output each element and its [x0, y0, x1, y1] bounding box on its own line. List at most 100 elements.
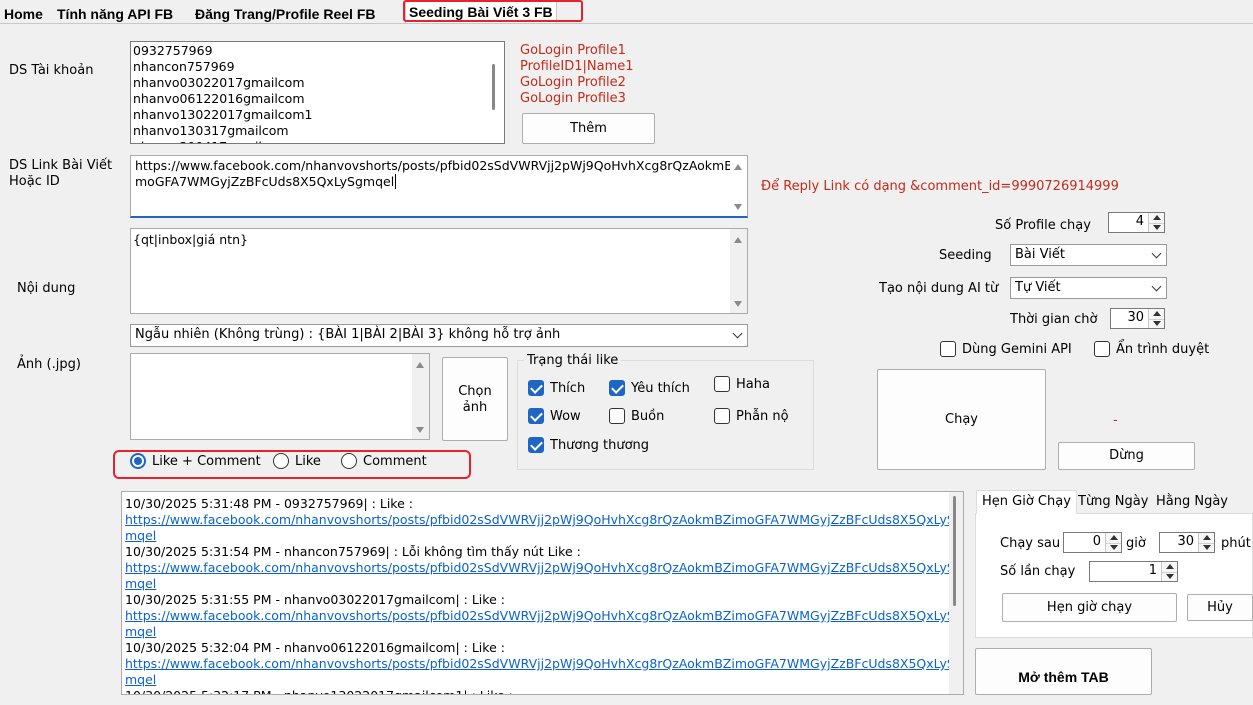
run-after-label: Chạy sau — [1000, 536, 1061, 551]
tab-home[interactable]: Home — [4, 4, 43, 24]
account-format-hint: ProfileID1|Name1 — [520, 59, 634, 74]
hours-unit: giờ — [1126, 536, 1146, 551]
checkbox-thich-label[interactable]: Thích — [550, 381, 585, 397]
checkbox-phan-no[interactable] — [714, 408, 730, 424]
checkbox-haha[interactable] — [714, 376, 730, 392]
radio-like[interactable] — [273, 453, 289, 469]
checkbox-yeu-thich[interactable] — [609, 380, 625, 396]
post-link-line: https://www.facebook.com/nhanvovshorts/p… — [135, 158, 745, 173]
log-entry-link[interactable]: mqel — [125, 672, 963, 688]
schedule-tab-daily[interactable]: Hằng Ngày — [1156, 491, 1228, 513]
checkbox-buon[interactable] — [609, 408, 625, 424]
run-count-stepper[interactable]: 1 — [1089, 561, 1178, 582]
radio-like-label[interactable]: Like — [295, 454, 321, 470]
stepper-arrows-icon[interactable] — [1105, 533, 1121, 552]
run-button[interactable]: Chạy — [877, 369, 1046, 470]
accounts-list[interactable]: 0932757969 nhancon757969 nhanvo03022017gma… — [130, 41, 505, 144]
account-item[interactable]: nhanvo03022017gmailcom — [131, 75, 504, 91]
accounts-scrollbar[interactable] — [487, 42, 504, 143]
account-item[interactable]: nhanvo06122016gmailcom — [131, 91, 504, 107]
hours-stepper[interactable]: 0 — [1063, 532, 1122, 553]
ai-source-select[interactable]: Tự Viết — [1010, 277, 1167, 299]
ai-source-label: Tạo nội dung AI từ — [879, 281, 999, 296]
tab-api-features[interactable]: Tính năng API FB — [57, 4, 173, 24]
minutes-stepper[interactable]: 30 — [1159, 532, 1215, 553]
content-mode-select[interactable]: Ngẫu nhiên (Không trùng) : {BÀI 1|BÀI 2|… — [130, 324, 748, 347]
highlight-active-tab — [403, 0, 583, 22]
choose-image-button[interactable]: Chọn ảnh — [442, 357, 508, 441]
image-list[interactable] — [130, 353, 430, 440]
log-entry: 10/30/2025 5:31:54 PM - nhancon757969| :… — [125, 544, 581, 559]
stepper-arrows-icon[interactable] — [1148, 309, 1164, 328]
content-scrollbar[interactable] — [730, 229, 747, 313]
seeding-label: Seeding — [939, 248, 992, 263]
chevron-down-icon — [732, 328, 743, 339]
seeding-select[interactable]: Bài Viết — [1010, 244, 1167, 266]
log-entry-link[interactable]: https://www.facebook.com/nhanvovshorts/p… — [125, 560, 963, 576]
checkbox-gemini-api-label[interactable]: Dùng Gemini API — [962, 342, 1072, 358]
radio-like-comment-label[interactable]: Like + Comment — [152, 454, 261, 470]
image-label: Ảnh (.jpg) — [17, 357, 81, 372]
post-links-label: DS Link Bài Viết Hoặc ID — [9, 158, 113, 189]
account-item[interactable]: nhancon757969 — [131, 59, 504, 75]
checkbox-buon-label[interactable]: Buồn — [631, 409, 664, 425]
open-new-tab-button[interactable]: Mở thêm TAB — [975, 648, 1152, 695]
radio-comment-label[interactable]: Comment — [363, 454, 427, 470]
account-item[interactable]: nhanvo300417gmailcom — [131, 139, 504, 143]
log-entry: 10/30/2025 5:32:17 PM - nhanvo13022017gm… — [125, 688, 963, 694]
stepper-arrows-icon[interactable] — [1198, 533, 1214, 552]
post-links-input[interactable]: https://www.facebook.com/nhanvovshorts/p… — [130, 155, 748, 218]
log-entry-link[interactable]: https://www.facebook.com/nhanvovshorts/p… — [125, 512, 963, 528]
log-scrollbar[interactable] — [949, 492, 963, 694]
main-tab-bar: Home Tính năng API FB Đăng Trang/Profile… — [0, 0, 1253, 24]
checkbox-thuong-thuong[interactable] — [528, 437, 544, 453]
content-label: Nội dung — [17, 281, 76, 296]
schedule-tab-per-day[interactable]: Từng Ngày — [1078, 491, 1148, 513]
radio-like-comment[interactable] — [130, 453, 146, 469]
checkbox-hide-browser[interactable] — [1094, 341, 1110, 357]
run-count-label: Số lần chạy — [1000, 564, 1076, 579]
log-entry-link[interactable]: mqel — [125, 576, 963, 592]
checkbox-phan-no-label[interactable]: Phẫn nộ — [736, 409, 789, 425]
account-item[interactable]: nhanvo130317gmailcom — [131, 123, 504, 139]
checkbox-yeu-thich-label[interactable]: Yêu thích — [631, 381, 690, 397]
stepper-arrows-icon[interactable] — [1148, 213, 1164, 232]
accounts-format-hints: GoLogin Profile1 ProfileID1|Name1 GoLogin … — [520, 43, 634, 107]
account-item[interactable]: nhanvo13022017gmailcom1 — [131, 107, 504, 123]
tab-post-reel[interactable]: Đăng Trang/Profile Reel FB — [195, 4, 375, 24]
checkbox-haha-label[interactable]: Haha — [736, 377, 770, 393]
log-entry-link[interactable]: https://www.facebook.com/nhanvovshorts/p… — [125, 656, 963, 672]
post-links-scrollbar[interactable] — [730, 156, 747, 216]
radio-comment[interactable] — [341, 453, 357, 469]
account-item[interactable]: 0932757969 — [131, 43, 504, 59]
run-status: - — [1113, 413, 1118, 428]
log-entry-link[interactable]: mqel — [125, 624, 963, 640]
profile-count-label: Số Profile chạy — [995, 218, 1091, 233]
like-state-title: Trạng thái like — [524, 353, 622, 369]
chevron-down-icon — [1151, 281, 1162, 292]
checkbox-thuong-thuong-label[interactable]: Thương thương — [550, 438, 649, 454]
checkbox-gemini-api[interactable] — [940, 341, 956, 357]
checkbox-wow-label[interactable]: Wow — [550, 409, 581, 425]
log-entry: 10/30/2025 5:31:48 PM - 0932757969| : Li… — [125, 496, 413, 511]
image-list-scrollbar[interactable] — [412, 354, 429, 439]
schedule-tab-timer[interactable]: Hẹn Giờ Chạy — [976, 490, 1077, 514]
checkbox-hide-browser-label[interactable]: Ẩn trình duyệt — [1116, 342, 1209, 358]
accounts-label: DS Tài khoản — [9, 63, 94, 78]
stop-button[interactable]: Dừng — [1058, 442, 1195, 470]
log-entry-link[interactable]: https://www.facebook.com/nhanvovshorts/p… — [125, 608, 963, 624]
content-input[interactable]: {qt|inbox|giá ntn} — [130, 228, 748, 314]
log-output[interactable]: 10/30/2025 5:31:48 PM - 0932757969| : Li… — [121, 491, 964, 695]
profile-count-stepper[interactable]: 4 — [1108, 212, 1165, 233]
content-value: {qt|inbox|giá ntn} — [133, 232, 248, 247]
account-format-hint: GoLogin Profile1 — [520, 43, 626, 58]
checkbox-thich[interactable] — [528, 380, 544, 396]
stepper-arrows-icon[interactable] — [1161, 562, 1177, 581]
checkbox-wow[interactable] — [528, 408, 544, 424]
schedule-run-button[interactable]: Hẹn giờ chạy — [1002, 593, 1177, 622]
cancel-schedule-button[interactable]: Hủy — [1187, 594, 1253, 621]
content-mode-value: Ngẫu nhiên (Không trùng) : {BÀI 1|BÀI 2|… — [135, 327, 561, 342]
log-entry-link[interactable]: mqel — [125, 528, 963, 544]
wait-time-stepper[interactable]: 30 — [1110, 308, 1165, 329]
add-account-button[interactable]: Thêm — [522, 113, 655, 144]
